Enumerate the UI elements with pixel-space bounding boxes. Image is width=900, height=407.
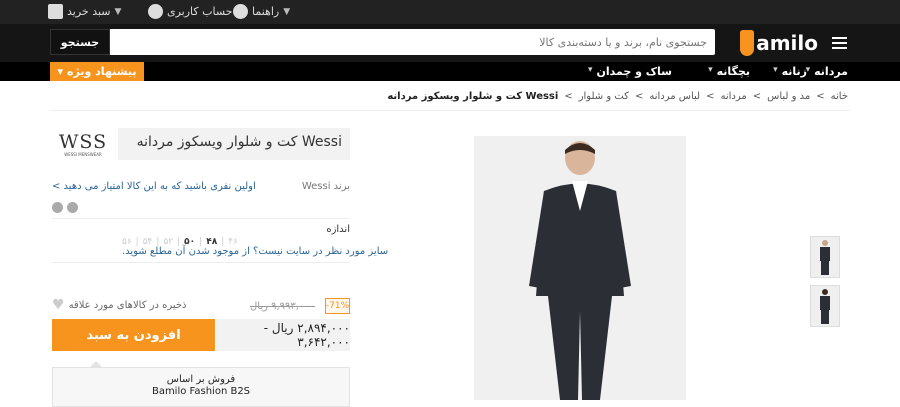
save-to-favorites[interactable]: ♥ ذخیره در کالاهای مورد علاقه bbox=[52, 297, 187, 313]
account-link[interactable]: ▼ حساب کاربری bbox=[148, 4, 243, 19]
account-label: حساب کاربری bbox=[167, 5, 233, 18]
old-price: ۹,۹۹۳,۰۰۰ ریال bbox=[250, 301, 316, 312]
product-photo bbox=[474, 136, 686, 400]
nav-item-bags[interactable]: ساک و چمدان ▾ bbox=[588, 65, 672, 78]
site-header: جستجو amilo bbox=[0, 24, 900, 62]
nav-item-men[interactable]: مردانه ▾ bbox=[806, 65, 848, 78]
breadcrumb-separator: > bbox=[752, 91, 762, 102]
breadcrumb-item[interactable]: کت و شلوار bbox=[579, 91, 629, 102]
heart-icon: ♥ bbox=[52, 297, 65, 313]
breadcrumb-current: Wessi کت و شلوار ویسکوز مردانه bbox=[387, 91, 559, 102]
brand-logo-text: WSS bbox=[58, 131, 108, 153]
brand-logo[interactable]: WSS WESSI MENSWEAR bbox=[52, 132, 114, 160]
nav-item-kids[interactable]: بچگانه ▾ bbox=[708, 65, 750, 78]
seller-heading: فروش بر اساس bbox=[166, 374, 236, 385]
discount-badge: -71% bbox=[325, 298, 350, 314]
size-notify-link[interactable]: سایز مورد نظر در سایت نیست؟ از موجود شدن… bbox=[122, 246, 388, 257]
cart-label: سبد خرید bbox=[67, 5, 111, 18]
logo-text: amilo bbox=[756, 31, 818, 55]
product-image[interactable] bbox=[474, 136, 686, 400]
breadcrumb-separator: > bbox=[564, 91, 573, 102]
add-to-cart-button[interactable]: افزودن به سبد bbox=[52, 319, 215, 351]
twitter-icon[interactable] bbox=[52, 202, 63, 213]
breadcrumb-item[interactable]: مد و لباس bbox=[767, 91, 810, 102]
nav-item-label: ساک و چمدان bbox=[596, 65, 672, 78]
seller-name: Bamilo Fashion B2S bbox=[151, 386, 251, 397]
rate-product-link[interactable]: اولین نفری باشید که به این کالا امتیاز م… bbox=[52, 181, 256, 192]
chevron-down-icon: ▾ bbox=[57, 65, 64, 78]
divider bbox=[52, 262, 350, 263]
favorite-label: ذخیره در کالاهای مورد علاقه bbox=[68, 299, 187, 311]
divider bbox=[50, 110, 850, 111]
cart-link[interactable]: ▼ سبد خرید bbox=[48, 4, 121, 19]
product-title: Wessi کت و شلوار ویسکوز مردانه bbox=[118, 128, 350, 160]
breadcrumb: خانه > مد و لباس > مردانه > لباس مردانه > کت… bbox=[387, 91, 848, 102]
account-icon bbox=[148, 4, 163, 19]
caret-icon: ▼ bbox=[283, 6, 291, 17]
search-button[interactable]: جستجو bbox=[50, 29, 110, 55]
chevron-down-icon: ▾ bbox=[773, 65, 778, 75]
breadcrumb-item[interactable]: مردانه bbox=[720, 91, 746, 102]
seller-info: فروش بر اساس Bamilo Fashion B2S bbox=[52, 367, 350, 407]
thumbnail-photo bbox=[820, 289, 830, 324]
special-offer-label: پیشنهاد ویژه bbox=[67, 65, 137, 78]
chevron-down-icon: ▾ bbox=[587, 65, 593, 75]
product-thumbnail[interactable] bbox=[810, 285, 840, 327]
bamilo-logo[interactable]: amilo bbox=[740, 28, 818, 58]
search-input[interactable] bbox=[147, 29, 707, 55]
size-label: اندازه bbox=[326, 224, 350, 235]
breadcrumb-item[interactable]: خانه bbox=[831, 91, 848, 102]
menu-icon[interactable] bbox=[832, 37, 847, 49]
logo-mark-icon bbox=[740, 30, 755, 56]
breadcrumb-item[interactable]: لباس مردانه bbox=[649, 91, 700, 102]
special-offer-button[interactable]: پیشنهاد ویژه ▾ bbox=[50, 62, 144, 81]
brand-name: برند Wessi bbox=[301, 181, 350, 192]
nav-item-label: زنانه bbox=[781, 65, 807, 78]
price-range: ۲,۸۹۴,۰۰۰ ریال - ۳,۶۴۲,۰۰۰ bbox=[216, 319, 350, 351]
nav-item-label: مردانه bbox=[814, 65, 848, 78]
breadcrumb-separator: > bbox=[706, 91, 715, 102]
breadcrumb-separator: > bbox=[634, 91, 644, 102]
share-icons bbox=[52, 202, 78, 213]
breadcrumb-separator: > bbox=[816, 91, 825, 102]
facebook-icon[interactable] bbox=[67, 202, 78, 213]
product-thumbnail[interactable] bbox=[810, 236, 840, 278]
thumbnail-photo bbox=[820, 240, 830, 275]
nav-item-women[interactable]: زنانه ▾ bbox=[773, 65, 807, 78]
cart-icon bbox=[48, 4, 63, 19]
top-bar: ▼ سبد خرید ▼ حساب کاربری ▼ راهنما bbox=[0, 0, 900, 24]
help-icon bbox=[233, 4, 248, 19]
chevron-down-icon: ▾ bbox=[708, 65, 713, 75]
caret-icon: ▼ bbox=[114, 6, 122, 17]
divider bbox=[52, 218, 350, 219]
help-label: راهنما bbox=[252, 5, 280, 18]
nav-item-label: بچگانه bbox=[716, 65, 750, 78]
search-box bbox=[50, 29, 715, 55]
help-link[interactable]: ▼ راهنما bbox=[233, 4, 290, 19]
